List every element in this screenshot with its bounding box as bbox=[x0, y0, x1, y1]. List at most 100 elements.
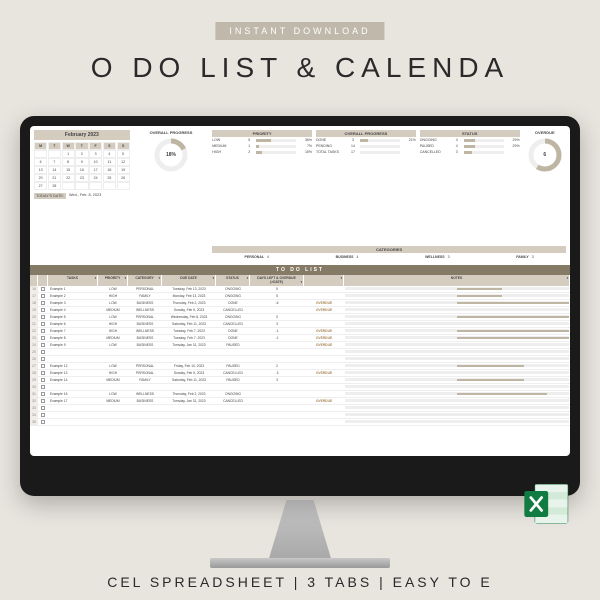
table-row[interactable]: 31Example 16LOWWELLNESSThursday, Feb 2, … bbox=[30, 391, 570, 398]
checkbox-icon[interactable] bbox=[41, 385, 45, 389]
checkbox-icon[interactable] bbox=[41, 392, 45, 396]
checkbox-icon[interactable] bbox=[41, 343, 45, 347]
checkbox-icon[interactable] bbox=[41, 350, 45, 354]
column-header[interactable]: NOTES bbox=[344, 275, 570, 286]
table-row[interactable]: 21Example 6HIGHBUSINESSSaturday, Feb 11,… bbox=[30, 321, 570, 328]
calendar-day[interactable] bbox=[89, 182, 102, 190]
column-header[interactable] bbox=[30, 275, 38, 286]
calendar-day[interactable]: 27 bbox=[34, 182, 47, 190]
calendar-month: February 2023 bbox=[34, 130, 130, 140]
overall-progress-widget: OVERALL PROGRESS 18% bbox=[134, 130, 208, 261]
table-row[interactable]: 19Example 4MEDIUMWELLNESSSunday, Feb 5, … bbox=[30, 307, 570, 314]
priority-header: PRIORITY bbox=[212, 130, 312, 137]
calendar-day[interactable]: 14 bbox=[48, 166, 61, 174]
checkbox-icon[interactable] bbox=[41, 294, 45, 298]
checkbox-icon[interactable] bbox=[41, 287, 45, 291]
column-header[interactable]: DAYS LEFT & OVERDUE (>DATE) bbox=[250, 275, 304, 286]
checkbox-icon[interactable] bbox=[41, 357, 45, 361]
calendar-day[interactable] bbox=[62, 182, 75, 190]
column-header[interactable] bbox=[38, 275, 48, 286]
overdue-value: 6 bbox=[543, 152, 546, 158]
calendar-day[interactable] bbox=[75, 182, 88, 190]
checkbox-icon[interactable] bbox=[41, 399, 45, 403]
calendar-day[interactable] bbox=[34, 150, 47, 158]
calendar-day[interactable]: 12 bbox=[117, 158, 130, 166]
table-row[interactable]: 17Example 2HIGHFAMILYMonday, Feb 13, 202… bbox=[30, 293, 570, 300]
calendar-day[interactable]: 25 bbox=[103, 174, 116, 182]
column-header[interactable]: CATEGORY bbox=[128, 275, 162, 286]
calendar-day[interactable]: 17 bbox=[89, 166, 102, 174]
calendar-day[interactable]: 19 bbox=[117, 166, 130, 174]
calendar-day[interactable]: 5 bbox=[117, 150, 130, 158]
stat-row: CANCELLED3 bbox=[420, 149, 520, 155]
calendar-day[interactable] bbox=[103, 182, 116, 190]
calendar-day[interactable]: 7 bbox=[48, 158, 61, 166]
column-header[interactable]: DUE DATE bbox=[162, 275, 216, 286]
calendar-day[interactable]: 20 bbox=[34, 174, 47, 182]
checkbox-icon[interactable] bbox=[41, 364, 45, 368]
table-row[interactable]: 35 bbox=[30, 419, 570, 426]
calendar-day[interactable]: 24 bbox=[89, 174, 102, 182]
calendar-day[interactable]: 22 bbox=[62, 174, 75, 182]
column-header[interactable]: STATUS bbox=[216, 275, 250, 286]
calendar-day[interactable]: 13 bbox=[34, 166, 47, 174]
table-row[interactable]: 22Example 7HIGHWELLNESSTuesday, Feb 7, 2… bbox=[30, 328, 570, 335]
checkbox-icon[interactable] bbox=[41, 378, 45, 382]
calendar-day[interactable]: 28 bbox=[48, 182, 61, 190]
table-row[interactable]: 34 bbox=[30, 412, 570, 419]
table-row[interactable]: 27Example 12LOWPERSONALFriday, Feb 10, 2… bbox=[30, 363, 570, 370]
checkbox-icon[interactable] bbox=[41, 371, 45, 375]
table-row[interactable]: 32Example 17MEDIUMBUSINESSTuesday, Jan 3… bbox=[30, 398, 570, 405]
calendar-day[interactable]: 4 bbox=[103, 150, 116, 158]
calendar-day[interactable]: 18 bbox=[103, 166, 116, 174]
checkbox-icon[interactable] bbox=[41, 329, 45, 333]
column-header[interactable] bbox=[304, 275, 344, 286]
calendar-day[interactable]: 11 bbox=[103, 158, 116, 166]
stat-row: TOTAL TASKS17 bbox=[316, 149, 416, 155]
column-header[interactable]: TASKS bbox=[48, 275, 98, 286]
checkbox-icon[interactable] bbox=[41, 315, 45, 319]
calendar-day[interactable]: 1 bbox=[62, 150, 75, 158]
page-title: O DO LIST & CALENDA bbox=[0, 52, 600, 84]
table-row[interactable]: 26 bbox=[30, 356, 570, 363]
column-header[interactable]: PRIORITY bbox=[98, 275, 128, 286]
stat-row: HIGH215% bbox=[212, 149, 312, 155]
table-row[interactable]: 23Example 8MEDIUMBUSINESSTuesday, Feb 7,… bbox=[30, 335, 570, 342]
table-row[interactable]: 30 bbox=[30, 384, 570, 391]
calendar-day-header: T bbox=[75, 142, 88, 150]
table-row[interactable]: 24Example 9LOWBUSINESSTuesday, Jan 31, 2… bbox=[30, 342, 570, 349]
table-row[interactable]: 29Example 14MEDIUMFAMILYSaturday, Feb 11… bbox=[30, 377, 570, 384]
table-row[interactable]: 28Example 13HIGHPERSONALSunday, Feb 5, 2… bbox=[30, 370, 570, 377]
calendar-day[interactable]: 2 bbox=[75, 150, 88, 158]
todo-table[interactable]: TASKSPRIORITYCATEGORYDUE DATESTATUSDAYS … bbox=[30, 275, 570, 456]
checkbox-icon[interactable] bbox=[41, 413, 45, 417]
calendar-day[interactable]: 9 bbox=[75, 158, 88, 166]
calendar-widget[interactable]: February 2023 MTWTFSS1234567891011121314… bbox=[34, 130, 130, 261]
calendar-day[interactable] bbox=[117, 182, 130, 190]
table-row[interactable]: 18Example 3LOWBUSINESSThursday, Feb 2, 2… bbox=[30, 300, 570, 307]
checkbox-icon[interactable] bbox=[41, 406, 45, 410]
checkbox-icon[interactable] bbox=[41, 301, 45, 305]
calendar-day[interactable]: 16 bbox=[75, 166, 88, 174]
todo-list-header: TO DO LIST bbox=[30, 265, 570, 275]
table-row[interactable]: 33 bbox=[30, 405, 570, 412]
calendar-day[interactable]: 23 bbox=[75, 174, 88, 182]
checkbox-icon[interactable] bbox=[41, 322, 45, 326]
calendar-day[interactable]: 26 bbox=[117, 174, 130, 182]
calendar-day[interactable]: 6 bbox=[34, 158, 47, 166]
calendar-day[interactable]: 3 bbox=[89, 150, 102, 158]
checkbox-icon[interactable] bbox=[41, 420, 45, 424]
checkbox-icon[interactable] bbox=[41, 308, 45, 312]
category-item: WELLNESS 3 bbox=[425, 255, 449, 259]
calendar-day[interactable]: 21 bbox=[48, 174, 61, 182]
calendar-day[interactable]: 15 bbox=[62, 166, 75, 174]
calendar-day[interactable]: 8 bbox=[62, 158, 75, 166]
calendar-day[interactable] bbox=[48, 150, 61, 158]
calendar-day-header: M bbox=[34, 142, 47, 150]
checkbox-icon[interactable] bbox=[41, 336, 45, 340]
calendar-day[interactable]: 10 bbox=[89, 158, 102, 166]
table-row[interactable]: 25 bbox=[30, 349, 570, 356]
table-row[interactable]: 16Example 1LOWPERSONALTuesday, Feb 13, 2… bbox=[30, 286, 570, 293]
table-row[interactable]: 20Example 5LOWPERSONALWednesday, Feb 8, … bbox=[30, 314, 570, 321]
excel-icon bbox=[520, 478, 572, 530]
